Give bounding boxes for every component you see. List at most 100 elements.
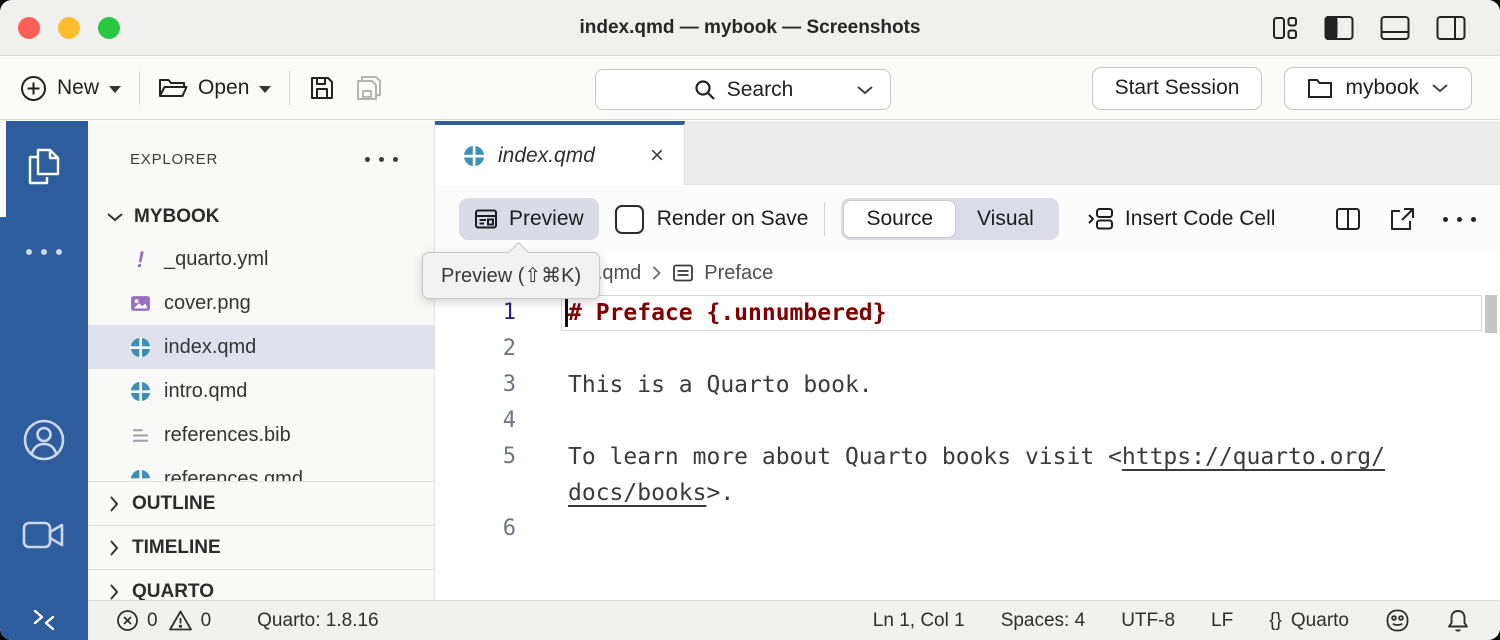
workspace-switcher-button[interactable]: mybook	[1284, 67, 1472, 110]
quarto-icon	[130, 381, 151, 402]
remote-indicator[interactable]	[0, 600, 88, 640]
toggle-primary-sidebar-icon[interactable]	[1324, 15, 1354, 41]
code-line[interactable]: 4	[435, 403, 1480, 439]
status-bar: 0 0 Quarto: 1.8.16 Ln 1, Col 1 Spaces: 4…	[0, 600, 1500, 640]
folder-open-icon	[158, 75, 188, 101]
file-label: intro.qmd	[164, 380, 247, 403]
code-line[interactable]: 1 # Preface {.unnumbered}	[435, 295, 1480, 331]
insert-code-cell-button[interactable]: Insert Code Cell	[1087, 206, 1276, 232]
preview-tooltip: Preview (⇧⌘K)	[422, 252, 600, 299]
section-quarto[interactable]: QUARTO	[88, 569, 434, 600]
file-row-intro-qmd[interactable]: intro.qmd	[88, 369, 434, 413]
image-icon	[130, 293, 151, 314]
divider	[824, 202, 825, 236]
save-icon	[308, 74, 336, 102]
chevron-right-icon	[651, 265, 662, 281]
chevron-down-icon	[259, 86, 271, 93]
quarto-version-status[interactable]: Quarto: 1.8.16	[257, 610, 378, 632]
code-line[interactable]: 5To learn more about Quarto books visit …	[435, 439, 1480, 475]
feedback-smiley-icon[interactable]	[1385, 608, 1410, 633]
source-mode-button[interactable]: Source	[844, 201, 955, 237]
toggle-panel-icon[interactable]	[1380, 15, 1410, 41]
chevron-down-icon	[106, 211, 124, 223]
explorer-more-actions-icon[interactable]	[365, 157, 398, 162]
problems-errors[interactable]: 0	[116, 609, 158, 632]
code-link[interactable]: docs/books	[568, 480, 706, 506]
search-input[interactable]: Search	[595, 69, 891, 110]
close-tab-icon[interactable]: ×	[650, 144, 664, 168]
file-row-cover-png[interactable]: cover.png	[88, 281, 434, 325]
insert-code-cell-label: Insert Code Cell	[1125, 207, 1276, 231]
divider	[289, 71, 290, 105]
cursor-position-status[interactable]: Ln 1, Col 1	[873, 610, 965, 632]
new-button[interactable]: New	[20, 75, 121, 102]
chevron-right-icon	[108, 583, 120, 601]
braces-icon: {}	[1269, 610, 1282, 632]
more-actions-icon[interactable]	[1443, 217, 1476, 222]
chevron-down-icon[interactable]	[856, 84, 874, 96]
chevron-down-icon	[1431, 82, 1449, 94]
start-session-button[interactable]: Start Session	[1092, 67, 1263, 110]
code-line[interactable]: 2	[435, 331, 1480, 367]
symbol-section-icon	[672, 263, 694, 283]
error-icon	[116, 609, 139, 632]
warning-count: 0	[201, 610, 212, 632]
section-label: OUTLINE	[132, 493, 215, 515]
save-all-button[interactable]	[354, 73, 384, 103]
preview-button[interactable]: Preview	[459, 198, 599, 240]
activity-bar	[0, 121, 88, 600]
toggle-secondary-sidebar-icon[interactable]	[1436, 15, 1466, 41]
code-link[interactable]: https://quarto.org/	[1122, 444, 1385, 470]
section-timeline[interactable]: TIMELINE	[88, 525, 434, 569]
split-editor-icon[interactable]	[1335, 207, 1361, 231]
code-line[interactable]: 3This is a Quarto book.	[435, 367, 1480, 403]
editor-scrollbar[interactable]	[1485, 295, 1497, 333]
render-on-save-label: Render on Save	[657, 207, 809, 231]
chevron-down-icon	[109, 86, 121, 93]
file-row-references-qmd[interactable]: references.qmd	[88, 457, 434, 481]
quarto-icon	[130, 337, 151, 358]
new-label: New	[57, 76, 99, 100]
code-line[interactable]: 6	[435, 511, 1480, 547]
tab-index-qmd[interactable]: index.qmd ×	[435, 121, 685, 186]
account-icon[interactable]	[0, 417, 88, 463]
open-button[interactable]: Open	[158, 75, 271, 101]
file-row-references-bib[interactable]: references.bib	[88, 413, 434, 457]
file-row-quarto-yml[interactable]: ! _quarto.yml	[88, 237, 434, 281]
more-views-icon[interactable]	[0, 249, 88, 255]
open-external-icon[interactable]	[1389, 207, 1415, 231]
line-number: 1	[435, 295, 516, 331]
section-outline[interactable]: OUTLINE	[88, 481, 434, 525]
text-cursor	[565, 298, 568, 327]
encoding-status[interactable]: UTF-8	[1121, 610, 1175, 632]
file-tree: ! _quarto.yml cover.png	[88, 237, 434, 481]
explorer-view-icon[interactable]	[0, 145, 88, 189]
root-folder-row[interactable]: MYBOOK	[88, 197, 434, 237]
code-line[interactable]: docs/books>.	[435, 475, 1480, 511]
code-editor[interactable]: 1 # Preface {.unnumbered} 23This is a Quar…	[435, 293, 1500, 600]
customize-layout-icon[interactable]	[1272, 15, 1298, 41]
problems-warnings[interactable]: 0	[168, 609, 212, 632]
render-on-save-control[interactable]: Render on Save	[615, 205, 809, 234]
insert-code-cell-icon	[1087, 206, 1115, 232]
save-button[interactable]	[308, 74, 336, 102]
visual-mode-button[interactable]: Visual	[955, 201, 1056, 237]
eol-status[interactable]: LF	[1211, 610, 1233, 632]
code-text: To learn more about Quarto books visit <	[568, 444, 1122, 470]
chevron-right-icon	[108, 539, 120, 557]
breadcrumb-symbol[interactable]: Preface	[704, 262, 773, 285]
file-label: _quarto.yml	[164, 248, 269, 271]
file-row-index-qmd[interactable]: index.qmd	[88, 325, 434, 369]
code-text: # Preface {.unnumbered}	[568, 300, 887, 326]
camera-icon[interactable]	[0, 519, 88, 551]
code-lines: 1 # Preface {.unnumbered} 23This is a Quar…	[435, 295, 1480, 547]
preview-label: Preview	[509, 207, 584, 231]
line-number: 2	[435, 331, 516, 367]
indentation-status[interactable]: Spaces: 4	[1001, 610, 1086, 632]
notifications-bell-icon[interactable]	[1446, 608, 1470, 634]
error-count: 0	[147, 610, 158, 632]
render-on-save-checkbox[interactable]	[615, 205, 644, 234]
language-mode-status[interactable]: {} Quarto	[1269, 610, 1349, 632]
section-label: QUARTO	[132, 581, 214, 601]
tab-label: index.qmd	[498, 144, 637, 168]
